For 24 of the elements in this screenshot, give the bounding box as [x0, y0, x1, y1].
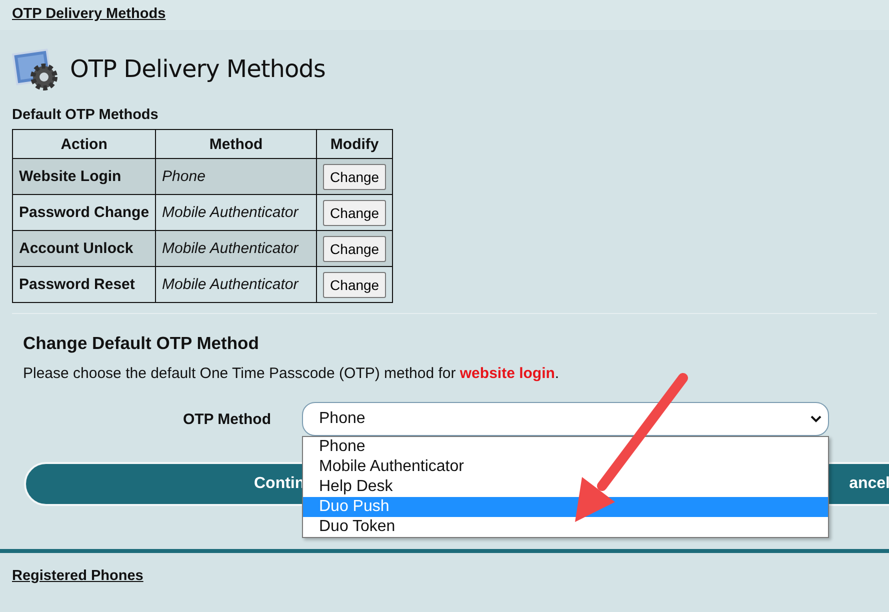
section-title: Change Default OTP Method: [23, 333, 259, 354]
table-caption: Default OTP Methods: [12, 107, 158, 123]
column-header: Method: [156, 130, 317, 158]
method-cell: Mobile Authenticator: [156, 266, 317, 302]
instruction-text: Please choose the default One Time Passcode (OTP) method for website login.: [23, 365, 560, 382]
method-cell: Mobile Authenticator: [156, 230, 317, 266]
change-button[interactable]: Change: [323, 200, 386, 226]
page-title: OTP Delivery Methods: [70, 55, 326, 83]
action-cell: Account Unlock: [12, 230, 156, 266]
action-cell: Website Login: [12, 158, 156, 194]
column-header: Action: [12, 130, 156, 158]
change-button[interactable]: Change: [323, 272, 386, 298]
dropdown-option[interactable]: Phone: [303, 437, 828, 457]
settings-window-icon: [12, 47, 58, 91]
registered-phones-link[interactable]: Registered Phones: [12, 568, 144, 584]
change-button[interactable]: Change: [323, 164, 386, 190]
action-cell: Password Reset: [12, 266, 156, 302]
method-select[interactable]: Phone: [302, 402, 829, 436]
field-label: OTP Method: [182, 410, 271, 428]
chevron-down-icon: [810, 415, 822, 423]
dropdown-option[interactable]: Duo Token: [303, 517, 828, 537]
method-cell: Phone: [156, 158, 317, 194]
change-button[interactable]: Change: [323, 236, 386, 262]
breadcrumb-link[interactable]: OTP Delivery Methods: [12, 6, 166, 22]
